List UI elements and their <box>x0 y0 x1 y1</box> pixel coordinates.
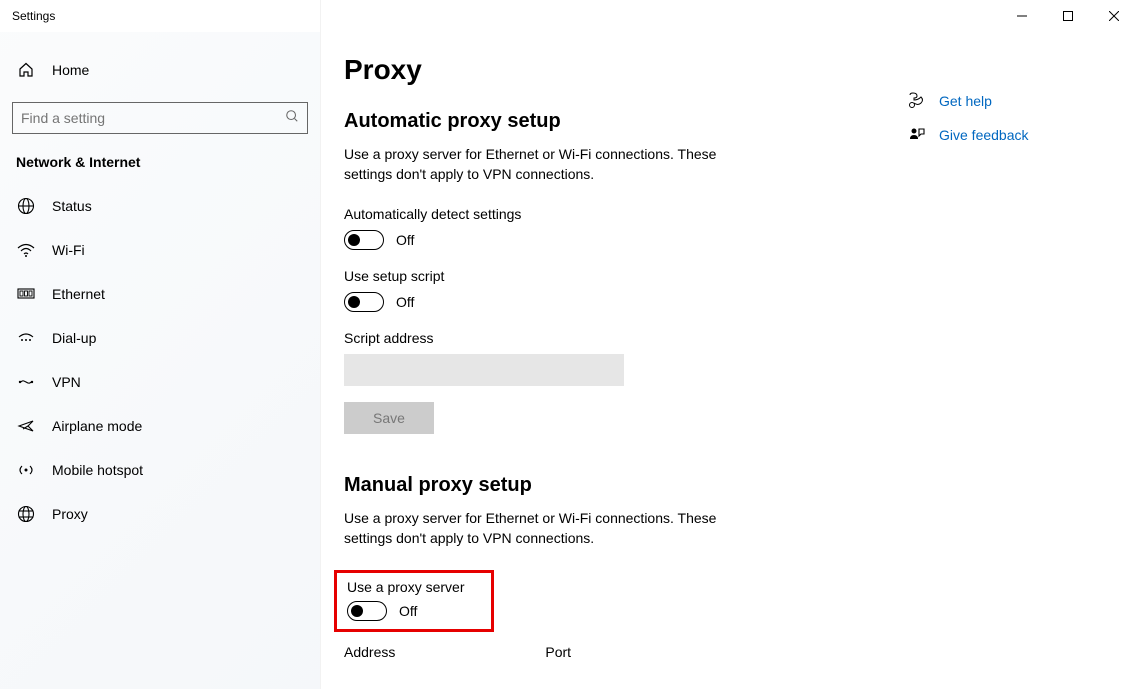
minimize-button[interactable] <box>999 0 1045 32</box>
home-label: Home <box>52 62 89 78</box>
give-feedback-text: Give feedback <box>939 127 1029 143</box>
home-icon <box>16 62 36 78</box>
setup-script-toggle[interactable] <box>344 292 384 312</box>
search-box[interactable] <box>12 102 308 134</box>
script-address-label: Script address <box>344 330 864 346</box>
use-proxy-state: Off <box>399 603 417 619</box>
wifi-icon <box>16 241 36 259</box>
port-label: Port <box>545 644 571 660</box>
use-proxy-toggle[interactable] <box>347 601 387 621</box>
close-icon <box>1109 11 1119 21</box>
manual-proxy-desc: Use a proxy server for Ethernet or Wi-Fi… <box>344 509 764 548</box>
manual-proxy-heading: Manual proxy setup <box>344 474 864 497</box>
window-controls <box>999 0 1137 32</box>
address-label: Address <box>344 644 395 660</box>
page-title: Proxy <box>344 54 864 86</box>
auto-detect-label: Automatically detect settings <box>344 206 864 222</box>
auto-proxy-heading: Automatic proxy setup <box>344 110 864 133</box>
sidebar-item-label: Mobile hotspot <box>52 462 143 478</box>
sidebar-item-wifi[interactable]: Wi-Fi <box>12 228 308 272</box>
get-help-text: Get help <box>939 93 992 109</box>
sidebar-item-hotspot[interactable]: Mobile hotspot <box>12 448 308 492</box>
sidebar-item-label: Ethernet <box>52 286 105 302</box>
vpn-icon <box>16 373 36 391</box>
maximize-button[interactable] <box>1045 0 1091 32</box>
script-address-input[interactable] <box>344 354 624 386</box>
titlebar: Settings <box>0 0 1137 32</box>
sidebar-item-ethernet[interactable]: Ethernet <box>12 272 308 316</box>
auto-detect-toggle[interactable] <box>344 230 384 250</box>
setup-script-state: Off <box>396 294 414 310</box>
sidebar-item-airplane[interactable]: Airplane mode <box>12 404 308 448</box>
ethernet-icon <box>16 285 36 303</box>
sidebar-item-dialup[interactable]: Dial-up <box>12 316 308 360</box>
save-button[interactable]: Save <box>344 402 434 434</box>
search-icon <box>285 109 299 128</box>
sidebar-item-proxy[interactable]: Proxy <box>12 492 308 536</box>
maximize-icon <box>1063 11 1073 21</box>
sidebar: Home Network & Internet Status Wi-Fi <box>0 32 320 689</box>
feedback-icon <box>907 126 927 144</box>
help-icon <box>907 92 927 110</box>
search-input[interactable] <box>21 110 285 126</box>
highlight-annotation: Use a proxy server Off <box>334 570 494 632</box>
get-help-link[interactable]: Get help <box>907 92 1107 110</box>
dialup-icon <box>16 329 36 347</box>
sidebar-item-label: Proxy <box>52 506 88 522</box>
sidebar-item-label: Wi-Fi <box>52 242 85 258</box>
status-icon <box>16 197 36 215</box>
window-title: Settings <box>12 9 55 23</box>
setup-script-label: Use setup script <box>344 268 864 284</box>
give-feedback-link[interactable]: Give feedback <box>907 126 1107 144</box>
use-proxy-label: Use a proxy server <box>347 579 481 595</box>
sidebar-item-status[interactable]: Status <box>12 184 308 228</box>
aside-panel: Get help Give feedback <box>907 92 1107 160</box>
sidebar-item-label: Dial-up <box>52 330 96 346</box>
sidebar-section-title: Network & Internet <box>12 154 308 170</box>
sidebar-item-label: VPN <box>52 374 81 390</box>
sidebar-item-label: Status <box>52 198 92 214</box>
airplane-icon <box>16 417 36 435</box>
sidebar-item-label: Airplane mode <box>52 418 142 434</box>
auto-proxy-desc: Use a proxy server for Ethernet or Wi-Fi… <box>344 145 764 184</box>
auto-detect-state: Off <box>396 232 414 248</box>
sidebar-item-vpn[interactable]: VPN <box>12 360 308 404</box>
main-panel: Proxy Automatic proxy setup Use a proxy … <box>320 32 1137 689</box>
minimize-icon <box>1017 11 1027 21</box>
close-button[interactable] <box>1091 0 1137 32</box>
hotspot-icon <box>16 461 36 479</box>
home-link[interactable]: Home <box>12 48 308 92</box>
proxy-icon <box>16 505 36 523</box>
